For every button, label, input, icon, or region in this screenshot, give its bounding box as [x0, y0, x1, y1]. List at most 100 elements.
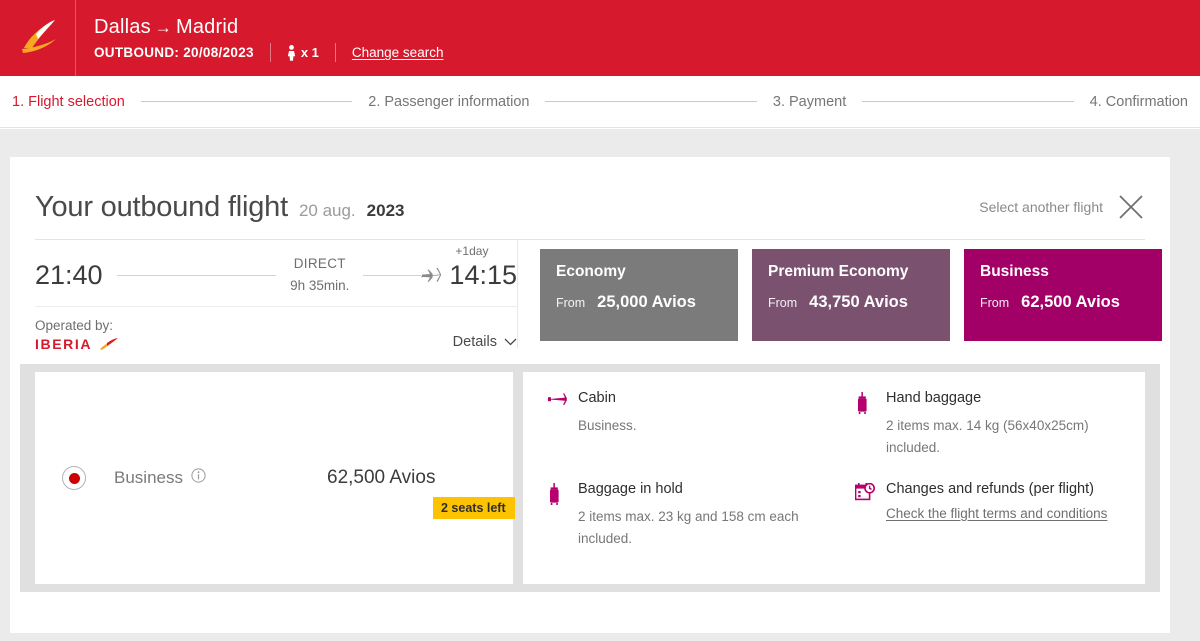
- operator-brand: IBERIA: [35, 336, 119, 352]
- summary-fares-divider: [517, 240, 518, 348]
- benefit-hand-baggage-text: Hand baggage 2 items max. 14 kg (56x40x2…: [886, 390, 1125, 459]
- step-connector-1: [140, 101, 353, 102]
- fare-detail-strip: Business 62,500 Avios 2 seats left Cabin…: [20, 364, 1160, 592]
- fare-price-premium-economy: 43,750 Avios: [809, 293, 908, 311]
- iberia-logo[interactable]: [0, 0, 76, 76]
- arrival-block: +1day 14:15: [449, 244, 517, 291]
- passenger-count-label: x 1: [300, 45, 319, 60]
- flight-date-year: 2023: [366, 200, 405, 220]
- passenger-icon: [287, 44, 296, 61]
- card-title-group: Your outbound flight 20 aug. 2023: [35, 191, 405, 224]
- fare-card-business[interactable]: Business From 62,500 Avios: [964, 249, 1162, 352]
- fare-price-business: 62,500 Avios: [1021, 293, 1120, 311]
- benefit-cabin-title: Cabin: [578, 390, 616, 406]
- checkout-steps: 1. Flight selection 2. Passenger informa…: [0, 76, 1200, 128]
- operated-by-label: Operated by:: [35, 318, 114, 333]
- app-header: Dallas → Madrid OUTBOUND: 20/08/2023 x 1 C…: [0, 0, 1200, 76]
- fare-selection-panel: Business 62,500 Avios 2 seats left: [35, 372, 515, 584]
- fare-name-business: Business: [980, 263, 1049, 280]
- fare-radio-dot: [68, 472, 80, 484]
- flight-middle-info: DIRECT 9h 35min.: [290, 253, 349, 296]
- step-payment[interactable]: 3. Payment: [773, 94, 846, 110]
- benefit-baggage-in-hold-desc: 2 items max. 23 kg and 158 cm each inclu…: [578, 508, 799, 546]
- card-title-row: Your outbound flight 20 aug. 2023 Select…: [35, 181, 1145, 233]
- fare-price-row-business: From 62,500 Avios: [980, 293, 1146, 312]
- departure-time: 21:40: [35, 259, 103, 290]
- fare-selection-row[interactable]: Business 62,500 Avios 2 seats left: [35, 466, 515, 519]
- fare-cabin-list: Economy From 25,000 Avios Premium Econom…: [540, 249, 1162, 352]
- fare-card-economy[interactable]: Economy From 25,000 Avios: [540, 249, 738, 341]
- benefit-baggage-in-hold-text: Baggage in hold 2 items max. 23 kg and 1…: [578, 481, 828, 550]
- selected-fare-name: Business: [114, 468, 183, 487]
- page-title: Your outbound flight: [35, 190, 288, 223]
- outbound-flight-card: Your outbound flight 20 aug. 2023 Select…: [10, 157, 1170, 633]
- route-origin: Dallas: [94, 15, 151, 38]
- header-divider-2: [334, 43, 336, 62]
- operator-name: IBERIA: [35, 336, 93, 353]
- route-destination: Madrid: [175, 15, 239, 38]
- benefit-hand-baggage-desc: 2 items max. 14 kg (56x40x25cm) included…: [886, 418, 1089, 455]
- plane-icon: [421, 267, 442, 282]
- benefit-hand-baggage: Hand baggage 2 items max. 14 kg (56x40x2…: [855, 390, 1125, 459]
- change-search-link[interactable]: Change search: [352, 45, 444, 60]
- cabin-seat-icon: [547, 390, 567, 459]
- arrival-time: 14:15: [449, 259, 517, 290]
- benefit-changes-refunds-text: Changes and refunds (per flight) Check t…: [886, 481, 1107, 550]
- hand-baggage-icon: [855, 390, 875, 459]
- select-another-flight-button[interactable]: Select another flight: [979, 193, 1145, 221]
- calendar-clock-icon: [854, 481, 875, 550]
- route-title: Dallas → Madrid: [94, 14, 443, 41]
- outbound-date-label: OUTBOUND: 20/08/2023: [94, 45, 254, 60]
- benefit-cabin-text: Cabin Business.: [578, 390, 637, 459]
- details-label: Details: [452, 334, 497, 351]
- flight-duration: 9h 35min.: [290, 278, 350, 293]
- chevron-down-icon: [504, 338, 517, 346]
- flight-terms-link[interactable]: Check the flight terms and conditions: [886, 506, 1107, 521]
- fare-from-label-economy: From: [556, 296, 586, 310]
- iberia-mark-icon: [100, 337, 119, 350]
- iberia-logo-icon: [22, 20, 56, 53]
- benefit-changes-refunds: Changes and refunds (per flight) Check t…: [854, 481, 1125, 550]
- close-icon[interactable]: [1117, 193, 1145, 221]
- timeline-left: [116, 274, 277, 276]
- benefit-cabin-desc: Business.: [578, 418, 637, 433]
- fare-name-premium-economy: Premium Economy: [768, 263, 909, 280]
- benefit-cabin: Cabin Business.: [547, 390, 847, 459]
- fare-from-label-premium-economy: From: [768, 296, 798, 310]
- arrival-day-offset: +1day: [455, 243, 489, 258]
- passenger-count: x 1: [287, 44, 319, 61]
- step-flight-selection[interactable]: 1. Flight selection: [12, 94, 125, 110]
- fare-price-row-economy: From 25,000 Avios: [556, 293, 722, 312]
- route-arrow-icon: →: [154, 17, 172, 37]
- flight-date-day-month: 20 aug.: [298, 200, 356, 220]
- fare-price-row-premium-economy: From 43,750 Avios: [768, 293, 934, 312]
- header-subline: OUTBOUND: 20/08/2023 x 1 Change search: [94, 43, 443, 63]
- benefit-hand-baggage-title: Hand baggage: [886, 390, 982, 406]
- operated-by-block: Operated by: IBERIA: [35, 316, 119, 352]
- fare-benefits-panel: Cabin Business. Hand baggage 2 items max…: [523, 372, 1145, 584]
- step-connector-3: [862, 101, 1074, 102]
- fare-from-label-business: From: [980, 296, 1010, 310]
- seats-left-badge: 2 seats left: [433, 497, 515, 519]
- step-connector-2: [545, 101, 757, 102]
- timeline-right: [363, 274, 422, 276]
- details-toggle[interactable]: Details: [453, 334, 517, 352]
- header-divider-1: [269, 43, 271, 62]
- flight-stops: DIRECT: [293, 256, 346, 272]
- step-confirmation[interactable]: 4. Confirmation: [1090, 94, 1188, 110]
- fare-card-premium-economy[interactable]: Premium Economy From 43,750 Avios: [752, 249, 950, 341]
- fare-name-economy: Economy: [556, 263, 626, 280]
- step-passenger-information[interactable]: 2. Passenger information: [368, 94, 529, 110]
- flight-times-row: 21:40 DIRECT 9h 35min. +1day 14:15: [35, 240, 517, 304]
- info-icon[interactable]: [191, 468, 206, 488]
- selected-fare-price: 62,500 Avios: [327, 467, 436, 488]
- select-another-flight-label: Select another flight: [979, 199, 1103, 215]
- fare-price-economy: 25,000 Avios: [597, 293, 696, 311]
- benefit-baggage-in-hold: Baggage in hold 2 items max. 23 kg and 1…: [547, 481, 847, 550]
- benefit-baggage-in-hold-title: Baggage in hold: [578, 480, 683, 497]
- benefits-grid: Cabin Business. Hand baggage 2 items max…: [547, 390, 1125, 549]
- header-text-block: Dallas → Madrid OUTBOUND: 20/08/2023 x 1 C…: [76, 0, 443, 76]
- baggage-in-hold-icon: [547, 481, 567, 550]
- flight-summary: 21:40 DIRECT 9h 35min. +1day 14:15 Opera…: [35, 240, 517, 352]
- fare-radio-business[interactable]: [62, 466, 86, 490]
